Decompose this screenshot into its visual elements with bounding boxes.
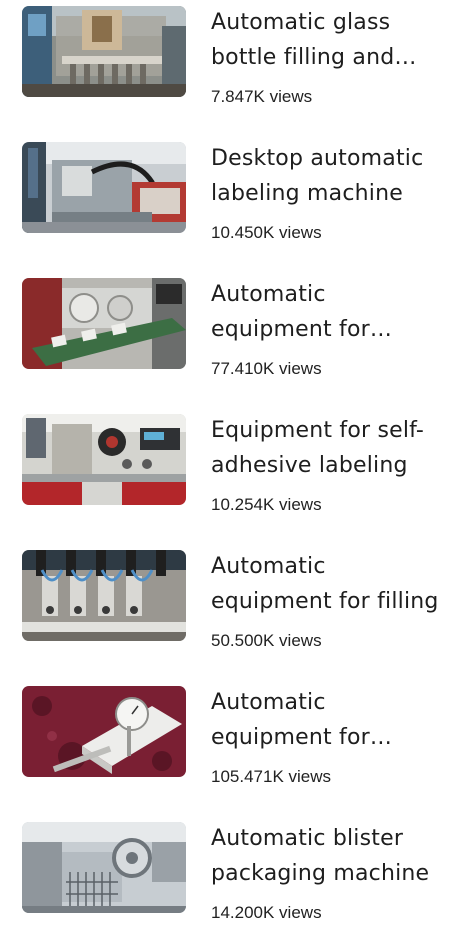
video-thumbnail[interactable] [22, 142, 186, 233]
video-item[interactable]: Equipment for self-adhesive labeling 10.… [0, 409, 452, 529]
video-views: 77.410K views [211, 359, 322, 378]
video-views: 7.847K views [211, 87, 313, 106]
video-title[interactable]: Automatic equipment for labeling [211, 277, 439, 347]
video-thumbnail[interactable] [22, 686, 186, 777]
video-item[interactable]: Automatic equipment for labeling 77.410K… [0, 273, 452, 393]
video-title[interactable]: Desktop automatic labeling machine [211, 141, 439, 211]
video-list: Automatic glass bottle filling and cappi… [0, 0, 452, 925]
video-item[interactable]: Automatic blister packaging machine 14.2… [0, 817, 452, 937]
glass-bottle-filling-machine-image [22, 6, 186, 97]
video-views: 50.500K views [211, 631, 322, 650]
video-title[interactable]: Automatic equipment for testing [211, 685, 439, 755]
video-title[interactable]: Automatic glass bottle filling and cappi… [211, 5, 439, 75]
video-views: 14.200K views [211, 903, 322, 922]
video-thumbnail[interactable] [22, 6, 186, 97]
video-item[interactable]: Desktop automatic labeling machine 10.45… [0, 137, 452, 257]
multi-head-filling-equipment-image [22, 550, 186, 641]
video-item[interactable]: Automatic equipment for testing 105.471K… [0, 681, 452, 801]
video-title[interactable]: Automatic blister packaging machine [211, 821, 439, 891]
video-title[interactable]: Automatic equipment for filling [211, 549, 439, 619]
video-thumbnail[interactable] [22, 278, 186, 369]
dial-gauge-tester-image [22, 686, 186, 777]
video-thumbnail[interactable] [22, 822, 186, 913]
video-thumbnail[interactable] [22, 414, 186, 505]
video-thumbnail[interactable] [22, 550, 186, 641]
self-adhesive-labeler-image [22, 414, 186, 505]
video-title[interactable]: Equipment for self-adhesive labeling [211, 413, 439, 483]
blister-packaging-machine-image [22, 822, 186, 913]
video-views: 105.471K views [211, 767, 332, 786]
desktop-labeling-machine-image [22, 142, 186, 233]
video-item[interactable]: Automatic glass bottle filling and cappi… [0, 1, 452, 121]
video-views: 10.450K views [211, 223, 322, 242]
conveyor-labeling-equipment-image [22, 278, 186, 369]
video-views: 10.254K views [211, 495, 322, 514]
video-item[interactable]: Automatic equipment for filling 50.500K … [0, 545, 452, 665]
